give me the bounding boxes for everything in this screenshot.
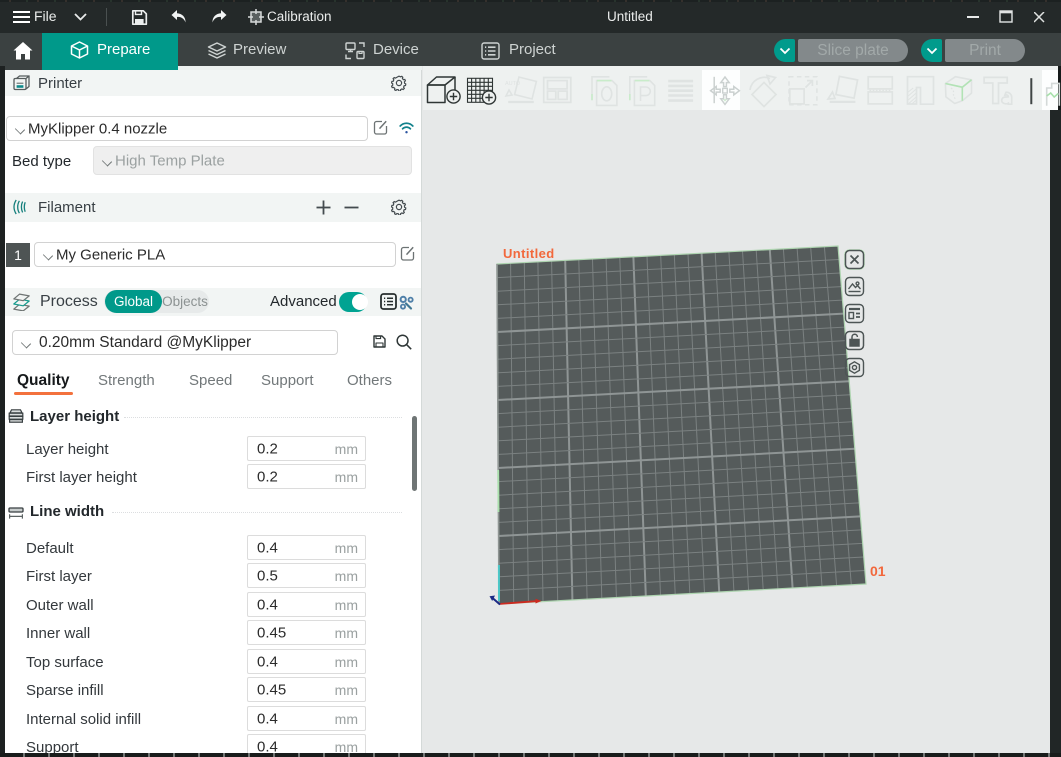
svg-text:AUTO: AUTO xyxy=(505,81,521,87)
